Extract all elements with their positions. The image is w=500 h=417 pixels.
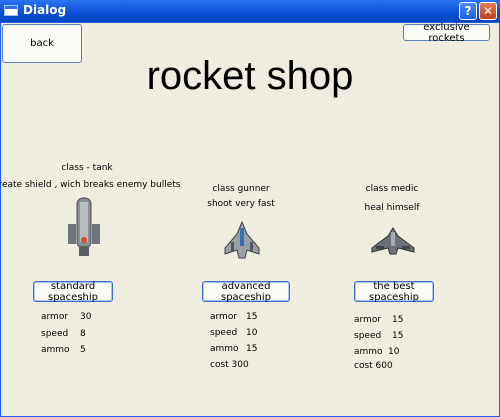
ship-3-class: class medic [365, 184, 419, 194]
ship-1-speed-label: speed [41, 329, 69, 339]
ship-1-armor-label: armor [41, 312, 69, 322]
ship-2-speed-value: 10 [246, 328, 258, 338]
ship-2-speed-label: speed [210, 328, 238, 338]
ship-1-ammo-value: 5 [80, 345, 86, 355]
exclusive-rockets-button[interactable]: exclusive rockets [403, 22, 490, 44]
ship-2-armor-label: armor [210, 312, 238, 322]
title-bar: Dialog ? ✕ [0, 0, 500, 22]
standard-spaceship-button[interactable]: standard spaceship [33, 281, 113, 303]
ship-1-class: class - tank [61, 163, 113, 173]
ship-3-armor-value: 15 [392, 315, 404, 325]
ship-1-description: create shield , wich breaks enemy bullet… [0, 180, 181, 190]
window-icon [4, 5, 18, 16]
ship-3-speed-label: speed [354, 331, 382, 341]
ship-2-ammo-label: ammo [210, 344, 239, 354]
window-title: Dialog [23, 3, 67, 17]
close-icon[interactable]: ✕ [479, 2, 497, 20]
gunner-ship-image [224, 220, 260, 259]
advanced-spaceship-button[interactable]: advanced spaceship [202, 281, 290, 303]
ship-2-description: shoot very fast [207, 199, 275, 209]
page-title: rocket shop [146, 54, 354, 98]
ship-3-ammo-value: 10 [388, 347, 400, 357]
ship-2-class: class gunner [212, 184, 270, 194]
ship-3-description: heal himself [364, 203, 420, 213]
ship-2-cost: cost 300 [210, 360, 249, 370]
ship-3-armor-label: armor [354, 315, 382, 325]
help-icon[interactable]: ? [459, 2, 477, 20]
tank-ship-image [68, 197, 100, 256]
ship-1-armor-value: 30 [80, 312, 92, 322]
ship-3-speed-value: 15 [392, 331, 404, 341]
ship-1-speed-value: 8 [80, 329, 86, 339]
ship-2-armor-value: 15 [246, 312, 258, 322]
the-best-spaceship-button[interactable]: the best spaceship [354, 281, 434, 303]
ship-2-ammo-value: 15 [246, 344, 258, 354]
ship-3-ammo-label: ammo [354, 347, 383, 357]
medic-ship-image [371, 227, 415, 255]
ship-1-ammo-label: ammo [41, 345, 70, 355]
ship-3-cost: cost 600 [354, 361, 393, 371]
